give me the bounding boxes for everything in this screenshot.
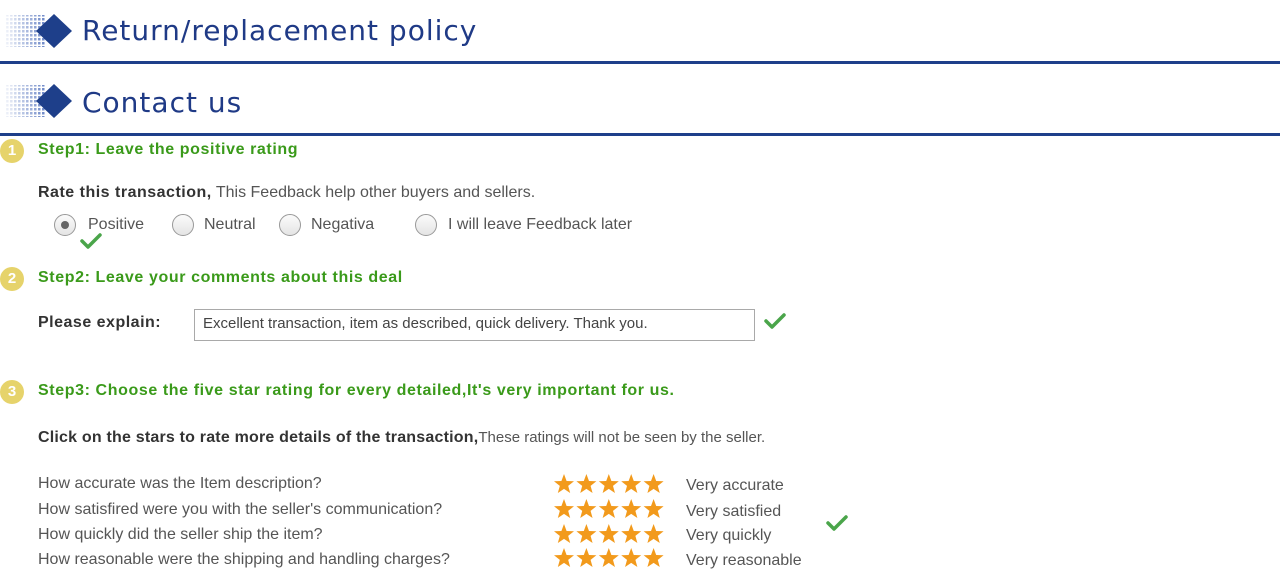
star-icon[interactable] xyxy=(598,499,619,518)
star-row xyxy=(554,548,664,567)
header-rule xyxy=(0,61,1280,64)
star-icon[interactable] xyxy=(554,499,574,518)
step-title: Step1: Leave the positive rating xyxy=(38,141,299,158)
radio-label-neutral[interactable]: Neutral xyxy=(204,216,256,234)
section-title: Contact us xyxy=(82,86,243,119)
explain-label: Please explain: xyxy=(38,314,162,331)
rate-transaction-line: Rate this transaction, This Feedback hel… xyxy=(38,184,535,202)
star-icon[interactable] xyxy=(576,499,597,518)
rating-instruction: Click on the stars to rate more details … xyxy=(38,429,765,447)
star-icon[interactable] xyxy=(576,524,597,543)
star-icon[interactable] xyxy=(621,474,642,493)
rating-question: How satisfired were you with the seller'… xyxy=(38,501,443,518)
star-rating[interactable] xyxy=(553,547,665,569)
instruction-bold: Click on the stars to rate more details … xyxy=(38,429,479,446)
rate-description: This Feedback help other buyers and sell… xyxy=(211,184,536,201)
star-icon[interactable] xyxy=(554,474,574,493)
star-rating[interactable] xyxy=(553,498,665,520)
star-icon[interactable] xyxy=(643,548,664,567)
star-icon[interactable] xyxy=(621,524,642,543)
section-header-contact-us: Contact us xyxy=(0,70,1280,136)
step-number-badge: 1 xyxy=(0,139,24,163)
section-title: Return/replacement policy xyxy=(82,14,478,47)
step-number-badge: 2 xyxy=(0,267,24,291)
star-row xyxy=(554,499,664,518)
star-icon[interactable] xyxy=(621,548,642,567)
radio-neutral[interactable] xyxy=(172,214,194,236)
star-icon[interactable] xyxy=(576,548,597,567)
star-icon[interactable] xyxy=(621,499,642,518)
rating-answer: Very satisfied xyxy=(686,503,782,520)
rate-label: Rate this transaction, xyxy=(38,184,212,201)
star-icon[interactable] xyxy=(598,524,619,543)
star-icon[interactable] xyxy=(643,499,664,518)
header-diamond-icon xyxy=(6,84,72,118)
rating-question: How accurate was the Item description? xyxy=(38,475,322,492)
star-icon[interactable] xyxy=(554,524,574,543)
star-row xyxy=(554,524,664,543)
radio-label-negative[interactable]: Negativa xyxy=(311,216,374,234)
step-number-badge: 3 xyxy=(0,380,24,404)
rating-answer: Very reasonable xyxy=(686,552,802,569)
comment-input[interactable]: Excellent transaction, item as described… xyxy=(194,309,755,341)
checkmark-icon xyxy=(826,515,848,531)
star-icon[interactable] xyxy=(576,474,597,493)
star-icon[interactable] xyxy=(598,548,619,567)
rating-answer: Very accurate xyxy=(686,477,784,494)
radio-positive[interactable] xyxy=(54,214,76,236)
section-header-return-policy: Return/replacement policy xyxy=(0,0,1280,64)
star-icon[interactable] xyxy=(554,548,574,567)
step-title: Step2: Leave your comments about this de… xyxy=(38,269,403,286)
rating-answer: Very quickly xyxy=(686,527,772,544)
star-icon[interactable] xyxy=(643,524,664,543)
star-rating[interactable] xyxy=(553,473,665,495)
header-diamond-icon xyxy=(6,14,72,48)
radio-feedback-later[interactable] xyxy=(415,214,437,236)
star-row xyxy=(554,474,664,493)
star-icon[interactable] xyxy=(643,474,664,493)
star-rating[interactable] xyxy=(553,523,665,545)
checkmark-icon xyxy=(764,313,786,329)
star-icon[interactable] xyxy=(598,474,619,493)
step-title: Step3: Choose the five star rating for e… xyxy=(38,382,675,399)
header-rule xyxy=(0,133,1280,136)
instruction-plain: These ratings will not be seen by the se… xyxy=(478,429,766,446)
rating-question: How quickly did the seller ship the item… xyxy=(38,526,323,543)
radio-label-feedback-later[interactable]: I will leave Feedback later xyxy=(448,216,632,234)
checkmark-icon xyxy=(80,233,102,249)
rating-question: How reasonable were the shipping and han… xyxy=(38,551,450,568)
radio-negative[interactable] xyxy=(279,214,301,236)
